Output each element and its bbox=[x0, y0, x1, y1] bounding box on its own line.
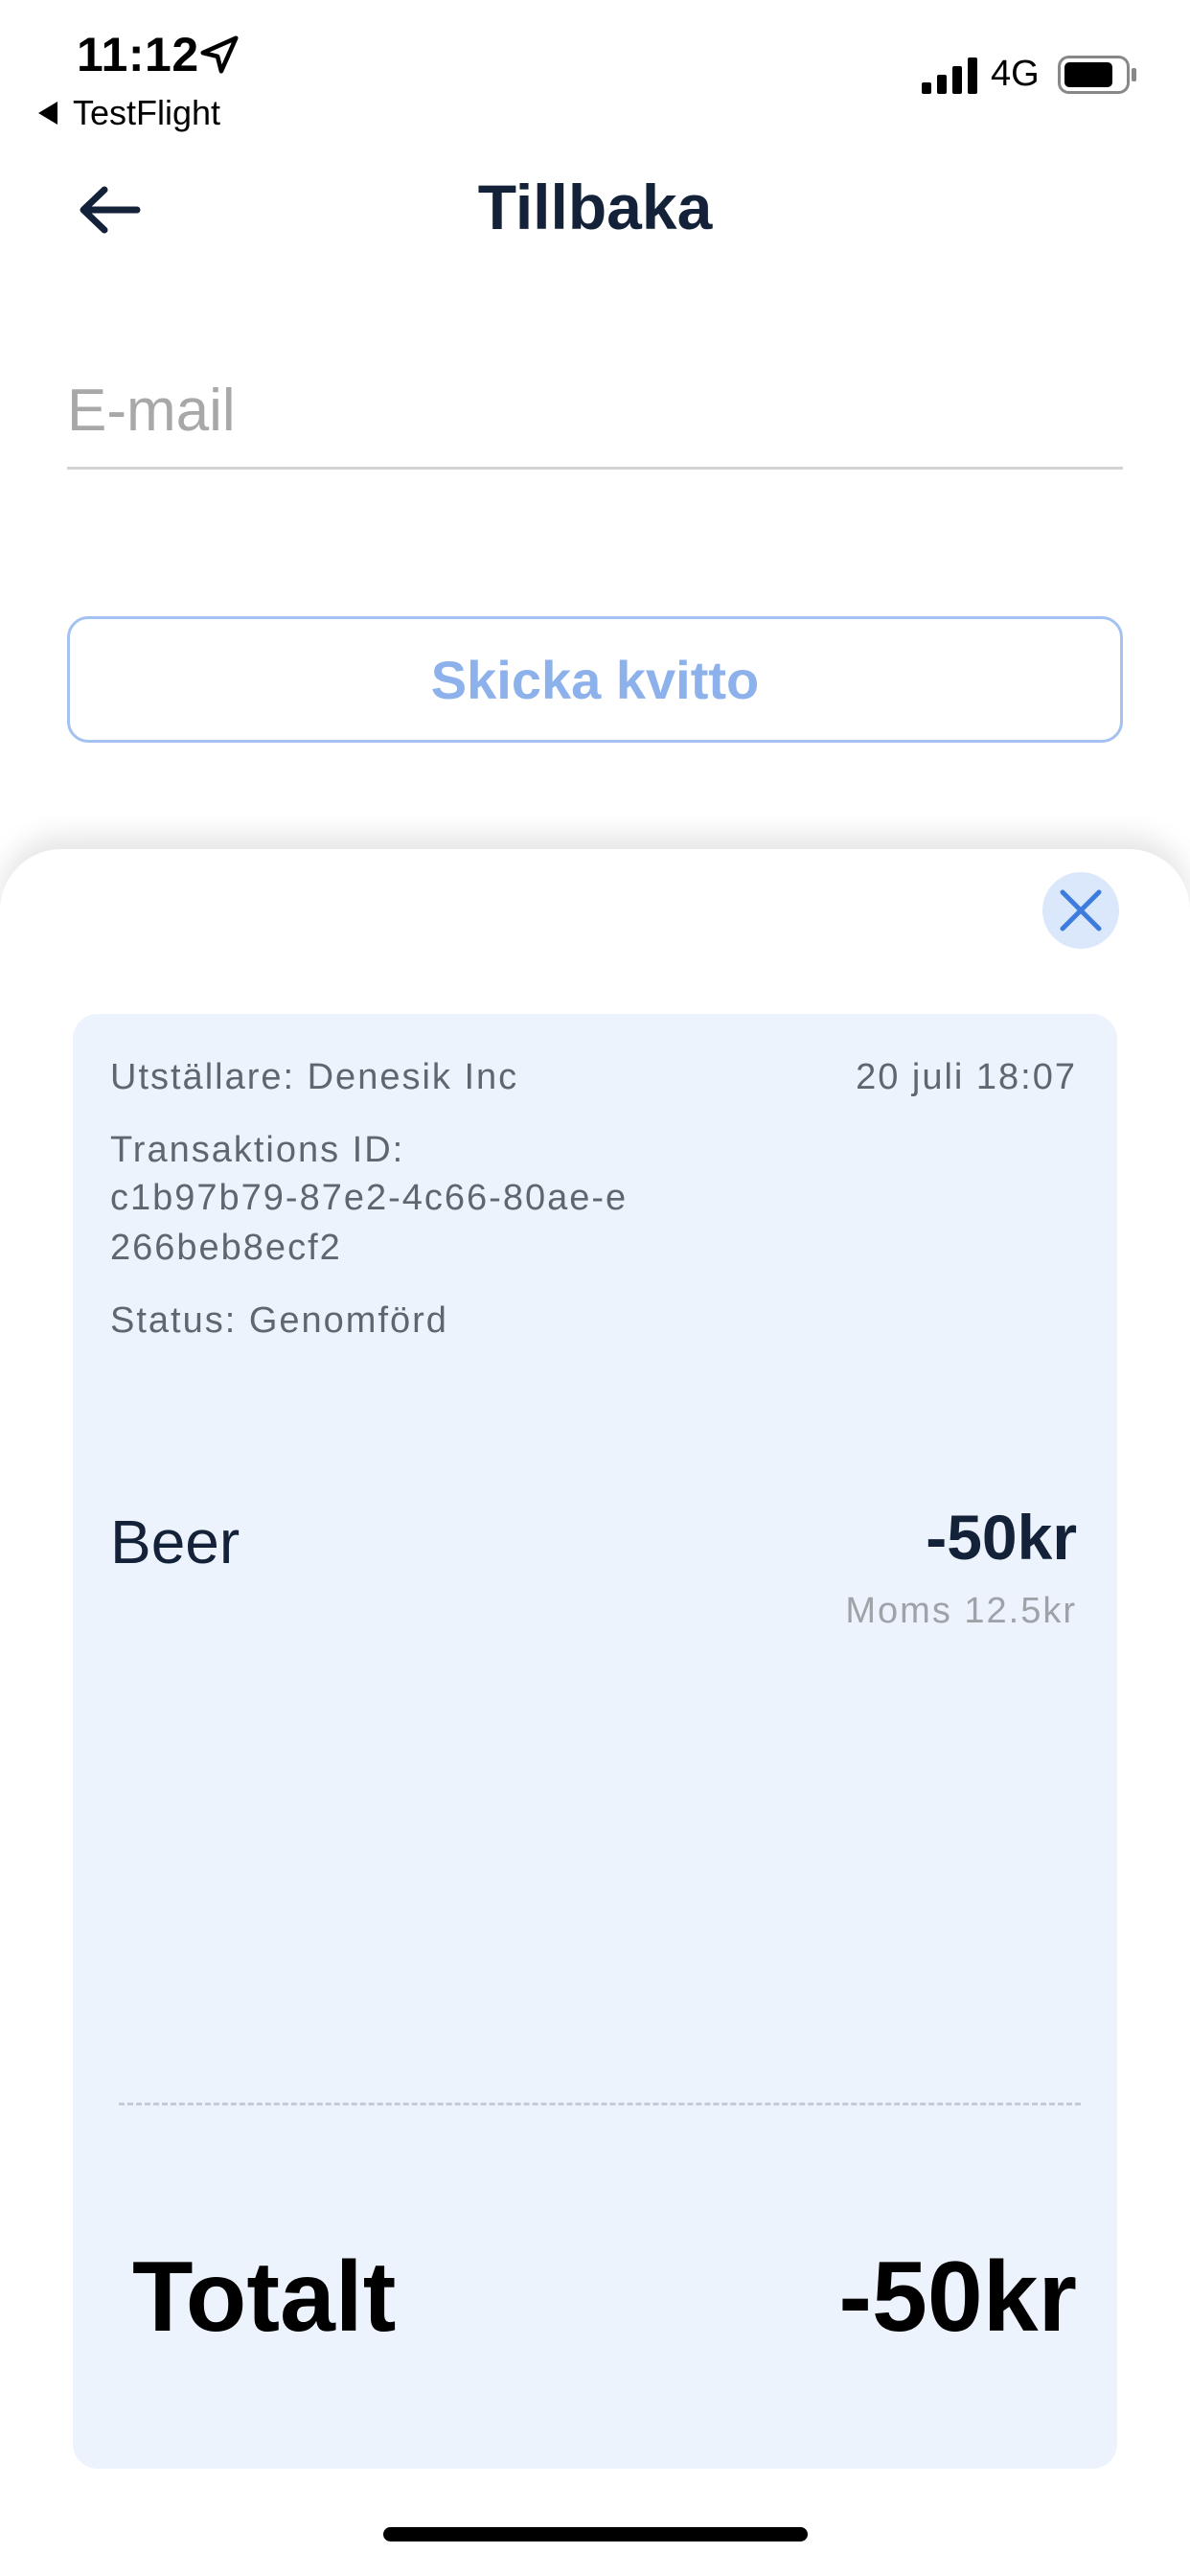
page-title: Tillbaka bbox=[477, 172, 713, 242]
total-value: -50kr bbox=[838, 2242, 1077, 2353]
close-icon bbox=[1060, 889, 1102, 932]
line-item-price: -50kr bbox=[926, 1502, 1077, 1573]
line-item-name: Beer bbox=[110, 1507, 240, 1576]
location-arrow-icon bbox=[200, 35, 239, 74]
receipt-divider bbox=[119, 2103, 1081, 2105]
transaction-id-label: Transaktions ID: bbox=[110, 1130, 405, 1170]
back-triangle-icon bbox=[38, 102, 57, 125]
email-field[interactable] bbox=[67, 355, 1123, 467]
status-time: 11:12 bbox=[77, 28, 199, 81]
close-button[interactable] bbox=[1042, 872, 1119, 949]
receipt-date: 20 juli 18:07 bbox=[856, 1057, 1077, 1097]
back-app-label: TestFlight bbox=[73, 93, 221, 132]
line-item-vat: Moms 12.5kr bbox=[845, 1591, 1077, 1631]
cellular-signal-icon bbox=[922, 58, 977, 94]
transaction-status: Status: Genomförd bbox=[110, 1300, 448, 1341]
receipt-screen: 11:12 TestFlight 4G Tillbaka Skicka kvit… bbox=[0, 0, 1190, 2576]
total-label: Totalt bbox=[132, 2242, 397, 2353]
network-type: 4G bbox=[991, 54, 1040, 94]
home-indicator[interactable] bbox=[383, 2527, 808, 2542]
back-to-app-link[interactable]: TestFlight bbox=[38, 92, 220, 134]
battery-icon bbox=[1058, 56, 1136, 94]
receipt-issuer: Utställare: Denesik Inc bbox=[110, 1057, 519, 1097]
transaction-id-value: c1b97b79-87e2-4c66-80ae-e266beb8ecf2 bbox=[110, 1178, 629, 1268]
send-receipt-button[interactable]: Skicka kvitto bbox=[67, 616, 1123, 743]
email-field-container bbox=[67, 355, 1123, 470]
